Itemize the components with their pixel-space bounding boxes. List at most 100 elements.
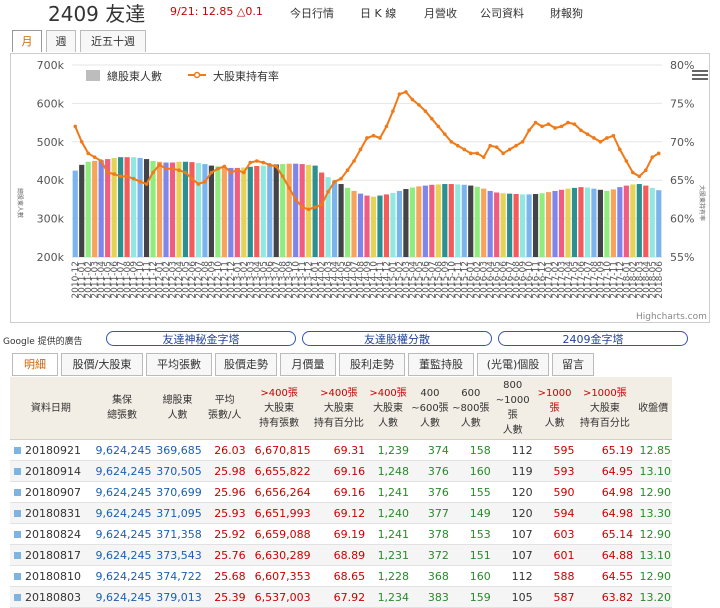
table-cell: 6,655,822 xyxy=(246,460,312,482)
table-row[interactable]: 20180907 9,624,245 370,699 25.96 6,656,264 69… xyxy=(10,481,672,503)
row-marker-icon xyxy=(14,531,21,538)
table-row[interactable]: 20180921 9,624,245 369,685 26.03 6,670,815 69… xyxy=(10,439,672,461)
tab-sector-stock[interactable]: (光電)個股 xyxy=(477,353,549,376)
nav-daily-k[interactable]: 日 K 線 xyxy=(360,5,396,21)
chart-bar xyxy=(403,189,409,257)
header-line: 持有百分比 xyxy=(313,417,364,429)
table-row[interactable]: 20180810 9,624,245 374,722 25.68 6,607,353 68… xyxy=(10,565,672,587)
ratio-point xyxy=(488,143,492,148)
legend-bar-label: 總股東人數 xyxy=(107,69,162,83)
chart-bar xyxy=(254,165,260,257)
tab-monthly-volume[interactable]: 月價量 xyxy=(280,353,336,376)
nav-today-quote[interactable]: 今日行情 xyxy=(290,5,334,21)
tab-fifty-weeks[interactable]: 近五十週 xyxy=(80,30,146,52)
tab-comments[interactable]: 留言 xyxy=(552,353,594,376)
header-line: 大股東 xyxy=(589,402,620,414)
table-row[interactable]: 20180831 9,624,245 371,095 25.93 6,651,993 69… xyxy=(10,502,672,524)
cell-value: 112 xyxy=(511,443,533,457)
ratio-line xyxy=(74,90,660,211)
chart-bar xyxy=(312,165,318,257)
ad-link-pyramid[interactable]: 友達神秘金字塔 xyxy=(106,331,296,346)
tab-price-trend[interactable]: 股價走勢 xyxy=(215,353,277,376)
cell-value: 6,659,088 xyxy=(254,527,311,541)
chart-bar xyxy=(578,187,584,257)
header-line: >1000張 xyxy=(582,387,627,399)
ratio-point xyxy=(300,205,304,209)
ratio-point xyxy=(306,207,311,212)
table-cell: 120 xyxy=(491,481,534,503)
table-row[interactable]: 20180817 9,624,245 373,543 25.76 6,630,289 68… xyxy=(10,544,672,566)
table-cell: 69.16 xyxy=(311,481,367,503)
table-header-cell: >400張 大股東 持有百分比 xyxy=(311,377,367,440)
tab-director-holdings[interactable]: 董監持股 xyxy=(408,353,474,376)
header-line: 人數 xyxy=(167,410,188,421)
table-row[interactable]: 20180824 9,624,245 371,358 25.92 6,659,088 69… xyxy=(10,523,672,545)
ratio-point xyxy=(196,182,201,186)
chart-credits[interactable]: Highcharts.com xyxy=(636,312,707,322)
table-cell: 107 xyxy=(491,544,534,566)
table-cell: 65.14 xyxy=(575,523,635,545)
chart-bar xyxy=(513,194,519,257)
table-cell: 63.82 xyxy=(575,586,635,608)
chart-bar xyxy=(286,163,292,257)
ratio-point xyxy=(177,168,181,173)
table-cell: 112 xyxy=(491,565,534,587)
ad-link-equity[interactable]: 友達股權分散 xyxy=(302,331,492,346)
left-tick-label: 500k xyxy=(37,136,65,149)
cell-value: 112 xyxy=(511,569,533,583)
header-line: 集保 xyxy=(112,395,133,406)
cell-value: 6,670,815 xyxy=(254,443,311,457)
table-row[interactable]: 20180803 9,624,245 379,013 25.39 6,537,003 67… xyxy=(10,586,672,608)
table-cell: 25.98 xyxy=(202,460,247,482)
cell-value: 9,624,245 xyxy=(95,527,152,541)
tab-dividend-trend[interactable]: 股利走勢 xyxy=(339,353,405,376)
tab-detail[interactable]: 明細 xyxy=(12,353,58,376)
ratio-point xyxy=(326,189,330,194)
cell-value: 603 xyxy=(553,527,575,541)
chart-bar xyxy=(494,192,500,257)
cell-value: 1,228 xyxy=(377,569,410,583)
chart-bar xyxy=(623,185,629,257)
ratio-point xyxy=(468,151,473,156)
table-cell: 9,624,245 xyxy=(91,460,153,482)
table-cell: 1,228 xyxy=(366,565,411,587)
chart-bar xyxy=(267,164,273,257)
table-cell: 372 xyxy=(410,544,450,566)
ratio-point xyxy=(592,136,596,140)
ratio-point xyxy=(358,147,363,152)
nav-financial-dog[interactable]: 財報狗 xyxy=(550,5,583,21)
cell-value: 20180803 xyxy=(25,590,81,604)
header-line: 平均 xyxy=(214,395,235,406)
ratio-point xyxy=(131,176,136,181)
nav-monthly-revenue[interactable]: 月營收 xyxy=(424,5,457,21)
table-cell: 160 xyxy=(449,565,492,587)
chart-bar xyxy=(98,160,104,257)
nav-company-info[interactable]: 公司資料 xyxy=(480,5,524,21)
tab-monthly[interactable]: 月 xyxy=(12,30,42,52)
tab-avg-shares[interactable]: 平均張數 xyxy=(146,353,212,376)
table-cell: 68.65 xyxy=(311,565,367,587)
ratio-point xyxy=(125,174,129,179)
table-cell: 12.85 xyxy=(634,439,672,461)
table-cell: 13.30 xyxy=(634,502,672,524)
ad-label: Google 提供的廣告 xyxy=(3,337,83,347)
table-cell: 64.55 xyxy=(575,565,635,587)
header-line: 總張數 xyxy=(107,410,138,421)
ratio-point xyxy=(313,205,317,209)
table-cell: 112 xyxy=(491,439,534,461)
table-cell: 12.90 xyxy=(634,481,672,503)
cell-value: 1,239 xyxy=(377,443,410,457)
chart-bar xyxy=(357,193,364,257)
cell-value: 370,699 xyxy=(156,485,202,499)
ad-link-2409[interactable]: 2409金字塔 xyxy=(498,331,688,346)
ratio-point xyxy=(105,170,110,175)
table-header-row: 資料日期 集保 總張數 總股東 人數 平均 張數/人 >400張 大股東 持有張數 >400張 大股東… xyxy=(10,377,672,440)
tab-price-major-holder[interactable]: 股價/大股東 xyxy=(61,353,143,376)
ratio-point xyxy=(501,151,505,156)
table-row[interactable]: 20180914 9,624,245 370,505 25.98 6,655,822 69… xyxy=(10,460,672,482)
chart-menu-icon[interactable] xyxy=(692,68,708,82)
chart-bar xyxy=(273,164,279,257)
chart-bar xyxy=(241,167,247,257)
tab-weekly[interactable]: 週 xyxy=(46,30,76,52)
cell-value: 1,248 xyxy=(377,464,410,478)
